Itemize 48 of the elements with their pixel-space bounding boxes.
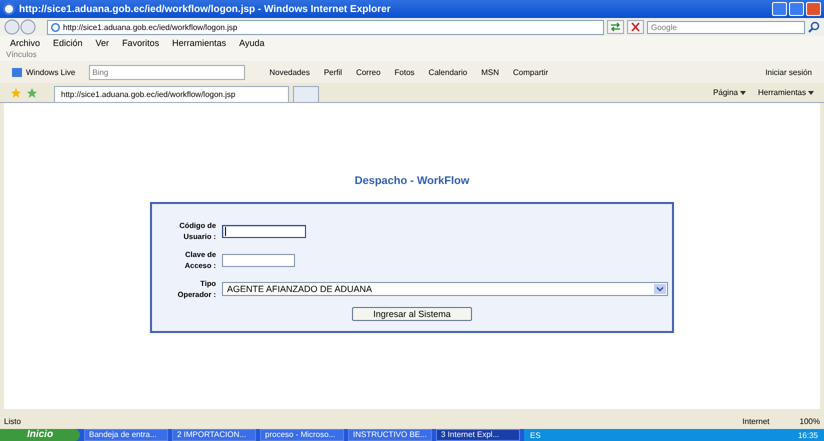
search-icon[interactable] bbox=[808, 21, 820, 33]
restore-button[interactable] bbox=[789, 2, 804, 16]
address-field[interactable]: http://sice1.aduana.gob.ec/ied/workflow/logon.jsp bbox=[47, 20, 604, 34]
sign-in-button[interactable]: Iniciar sesión bbox=[765, 68, 812, 76]
menu-item[interactable]: Herramientas bbox=[172, 38, 226, 48]
dropdown-caret-icon[interactable] bbox=[808, 90, 814, 94]
security-zone: Internet bbox=[742, 416, 770, 426]
menu-item[interactable]: Archivo bbox=[10, 38, 40, 48]
toolbar-link[interactable]: MSN bbox=[481, 68, 500, 76]
menu-item[interactable]: Ayuda bbox=[239, 38, 264, 48]
menu-item[interactable]: Ver bbox=[96, 38, 110, 48]
globe-icon bbox=[3, 3, 15, 15]
toolbar-link[interactable]: Novedades bbox=[269, 68, 310, 76]
taskbar-button[interactable]: 2 IMPORTACION... bbox=[172, 429, 256, 441]
toolbar-link[interactable]: Compartir bbox=[513, 68, 548, 76]
page-menu[interactable]: Página bbox=[713, 88, 738, 97]
taskbar-button[interactable]: Bandeja de entra... bbox=[84, 429, 168, 441]
globe-icon bbox=[51, 22, 60, 32]
dropdown-caret-icon[interactable] bbox=[740, 90, 746, 94]
refresh-icon[interactable] bbox=[607, 20, 624, 34]
password-field[interactable] bbox=[222, 254, 295, 266]
search-field[interactable]: Google bbox=[647, 20, 805, 34]
close-button[interactable] bbox=[806, 2, 821, 16]
taskbar-button[interactable]: INSTRUCTIVO BE... bbox=[348, 429, 432, 441]
menu-item[interactable]: Edición bbox=[53, 38, 83, 48]
tools-menu[interactable]: Herramientas bbox=[758, 88, 806, 97]
start-button[interactable]: Inicio bbox=[0, 429, 80, 441]
stop-icon[interactable] bbox=[627, 20, 644, 34]
search-field[interactable]: Bing bbox=[89, 64, 246, 80]
status-text: Listo bbox=[4, 416, 21, 426]
links-label: Vínculos bbox=[6, 50, 37, 59]
toolbar-link[interactable]: Calendario bbox=[428, 68, 468, 76]
browser-tab[interactable]: http://sice1.aduana.gob.ec/ied/workflow/logon.jsp bbox=[54, 86, 289, 102]
toolbar-link[interactable]: Correo bbox=[356, 68, 381, 76]
toolbar-link[interactable]: Fotos bbox=[394, 68, 415, 76]
window-title: http://sice1.aduana.gob.ec/ied/workflow/logon.jsp - Windows Internet Explorer bbox=[19, 4, 392, 14]
menu-item[interactable]: Favoritos bbox=[122, 38, 160, 48]
taskbar-button[interactable]: proceso - Microso... bbox=[260, 429, 344, 441]
clock: 16:35 bbox=[798, 430, 818, 440]
input-field[interactable] bbox=[222, 224, 306, 238]
taskbar-button[interactable]: 3 Internet Expl... bbox=[436, 429, 520, 441]
minimize-button[interactable] bbox=[772, 2, 787, 16]
login-button[interactable]: Ingresar al Sistema bbox=[352, 307, 472, 321]
operator-dropdown[interactable]: AGENTE AFIANZADO DE ADUANA bbox=[222, 282, 668, 296]
chevron-down-icon[interactable] bbox=[654, 284, 666, 294]
toolbar-link[interactable]: Perfil bbox=[324, 68, 342, 76]
page-heading: Despacho - WorkFlow bbox=[354, 175, 470, 187]
zoom-level[interactable]: 100% bbox=[800, 416, 820, 426]
